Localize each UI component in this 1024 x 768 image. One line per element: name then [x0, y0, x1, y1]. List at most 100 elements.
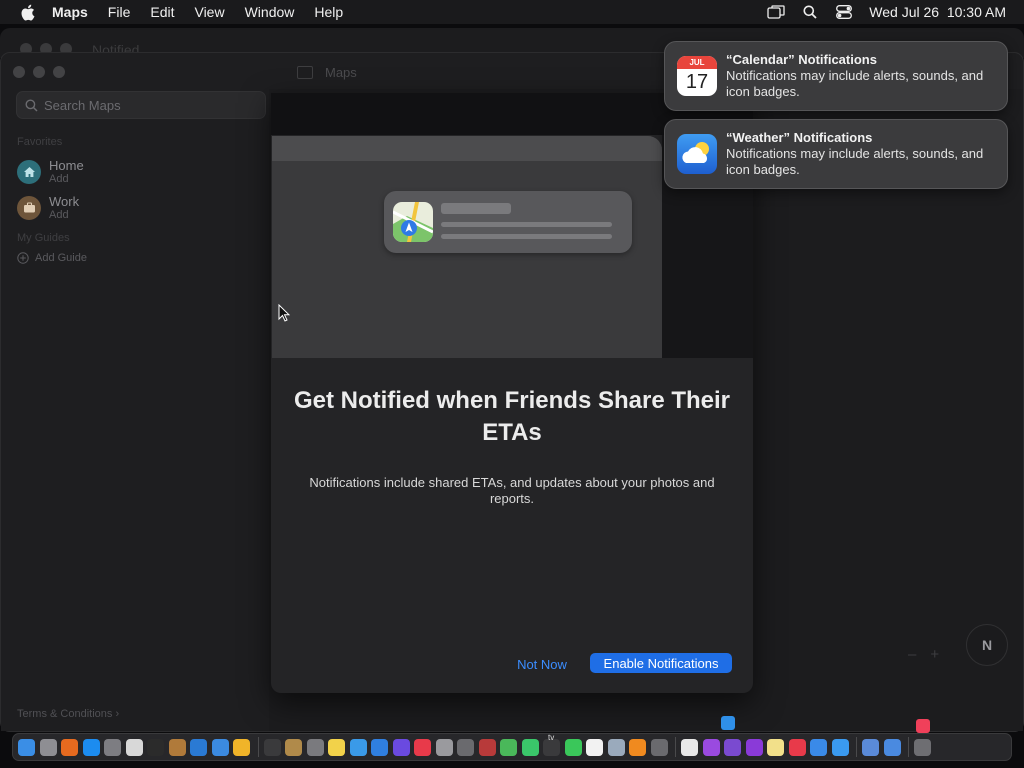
zoom-window-button[interactable]: [53, 66, 65, 78]
photo-booth-icon[interactable]: [306, 738, 324, 756]
minimize-window-button[interactable]: [33, 66, 45, 78]
photos-icon[interactable]: [788, 738, 806, 756]
plus-circle-icon: [17, 252, 29, 264]
spotlight-search-icon[interactable]: [801, 4, 819, 20]
app-store-bounce-icon[interactable]: [721, 716, 735, 730]
calendar-icon: JUL 17: [677, 56, 717, 96]
chevron-right-icon: ›: [115, 708, 120, 720]
dock-separator: [257, 737, 259, 757]
favorite-home[interactable]: Home Add: [17, 158, 84, 185]
screen-recorder-icon[interactable]: [263, 738, 281, 756]
script-editor-icon[interactable]: [168, 738, 186, 756]
zoom-controls: – +: [908, 646, 939, 663]
control-center-icon[interactable]: [835, 4, 853, 20]
maps-icon[interactable]: [500, 738, 517, 756]
menu-help[interactable]: Help: [314, 4, 343, 20]
screen-mirroring-icon[interactable]: [767, 4, 785, 20]
menu-edit[interactable]: Edit: [150, 4, 174, 20]
zoom-in-button[interactable]: +: [930, 646, 939, 663]
house-icon: [17, 159, 41, 184]
migration-icon[interactable]: [883, 738, 901, 756]
favorites-heading: Favorites: [17, 136, 63, 148]
sidebar-toggle-icon[interactable]: [297, 66, 313, 79]
weather-notification-banner[interactable]: “Weather” Notifications Notifications ma…: [664, 119, 1008, 189]
safari-icon[interactable]: [371, 738, 388, 756]
favorite-work-name: Work: [49, 194, 80, 209]
calendar-notification-banner[interactable]: JUL 17 “Calendar” Notifications Notifica…: [664, 41, 1008, 111]
calculator-icon[interactable]: [650, 738, 668, 756]
launchpad-icon[interactable]: [39, 738, 57, 756]
dock-separator: [908, 737, 909, 757]
not-now-button[interactable]: Not Now: [511, 654, 573, 674]
add-guide-label: Add Guide: [35, 252, 87, 264]
menu-view[interactable]: View: [194, 4, 224, 20]
compass-north-label: N: [981, 637, 993, 653]
terminal-icon[interactable]: [147, 738, 164, 756]
messages-icon[interactable]: [564, 738, 582, 756]
finder-icon[interactable]: [18, 738, 35, 756]
weather-notification-body: Notifications may include alerts, sounds…: [726, 146, 984, 177]
xcode-alt-icon[interactable]: [862, 738, 879, 756]
music-bounce-icon[interactable]: [916, 719, 930, 733]
visual-studio-icon[interactable]: [724, 738, 741, 756]
archive-utility-icon[interactable]: [285, 738, 302, 756]
dock-separator: [675, 737, 676, 757]
search-field[interactable]: Search Maps: [16, 91, 266, 119]
find-my-icon[interactable]: [521, 738, 539, 756]
calendar-icon[interactable]: [586, 738, 603, 756]
favorite-work-sub: Add: [49, 209, 69, 221]
menu-window[interactable]: Window: [245, 4, 295, 20]
favorite-work[interactable]: Work Add: [17, 194, 79, 221]
sketch-icon[interactable]: [233, 738, 250, 756]
font-book-icon[interactable]: [435, 738, 453, 756]
sheet-title: Get Notified when Friends Share Their ET…: [293, 387, 731, 446]
icloud-drive-icon[interactable]: [349, 738, 367, 756]
quicktime-icon[interactable]: [810, 738, 827, 756]
dock: [12, 733, 1012, 761]
podcasts-alt-icon[interactable]: [745, 738, 763, 756]
briefcase-icon: [17, 195, 41, 220]
chess-icon[interactable]: [457, 738, 474, 756]
apple-tv-label: tv: [548, 733, 555, 742]
sheet-body: Notifications include shared ETAs, and u…: [309, 475, 715, 506]
window-titlebar: Maps: [297, 65, 357, 80]
maps-app-icon: [393, 202, 433, 242]
apple-logo-icon[interactable]: [18, 3, 36, 21]
close-window-button[interactable]: [13, 66, 25, 78]
vscode-icon[interactable]: [190, 738, 207, 756]
app-store-icon[interactable]: [82, 738, 100, 756]
podcasts-icon[interactable]: [702, 738, 720, 756]
system-settings-icon[interactable]: [104, 738, 121, 756]
calendar-icon-month: JUL: [677, 56, 717, 69]
my-guides-heading: My Guides: [17, 232, 70, 244]
clock-icon[interactable]: [681, 738, 698, 756]
calendar-notification-body: Notifications may include alerts, sounds…: [726, 68, 984, 99]
zoom-out-button[interactable]: –: [908, 646, 916, 663]
menu-app-name[interactable]: Maps: [52, 4, 88, 20]
notification-illustration: [272, 136, 662, 358]
menu-file[interactable]: File: [108, 4, 131, 20]
enable-notifications-button[interactable]: Enable Notifications: [590, 653, 732, 673]
shortcuts-icon[interactable]: [392, 738, 410, 756]
books-icon[interactable]: [629, 738, 646, 756]
notes-icon[interactable]: [328, 738, 345, 756]
sidebar: Search Maps Favorites Home Add Work Add …: [1, 89, 269, 731]
preview-icon[interactable]: [607, 738, 625, 756]
xcode-icon[interactable]: [211, 738, 229, 756]
dictionary-icon[interactable]: [478, 738, 496, 756]
news-icon[interactable]: [414, 738, 431, 756]
firefox-icon[interactable]: [61, 738, 78, 756]
stickies-icon[interactable]: [767, 738, 784, 756]
mail-icon[interactable]: [831, 738, 849, 756]
trash-icon[interactable]: [914, 738, 931, 756]
textedit-icon[interactable]: [125, 738, 143, 756]
menu-clock[interactable]: Wed Jul 26 10:30 AM: [869, 4, 1006, 20]
search-placeholder: Search Maps: [44, 97, 121, 113]
favorite-home-name: Home: [49, 158, 84, 173]
search-icon: [25, 99, 38, 112]
terms-link[interactable]: Terms & Conditions ›: [17, 708, 119, 720]
terms-label: Terms & Conditions: [17, 708, 113, 720]
add-guide-button[interactable]: Add Guide: [17, 252, 87, 264]
calendar-notification-title: “Calendar” Notifications: [726, 52, 877, 67]
compass-button[interactable]: N: [966, 624, 1008, 666]
